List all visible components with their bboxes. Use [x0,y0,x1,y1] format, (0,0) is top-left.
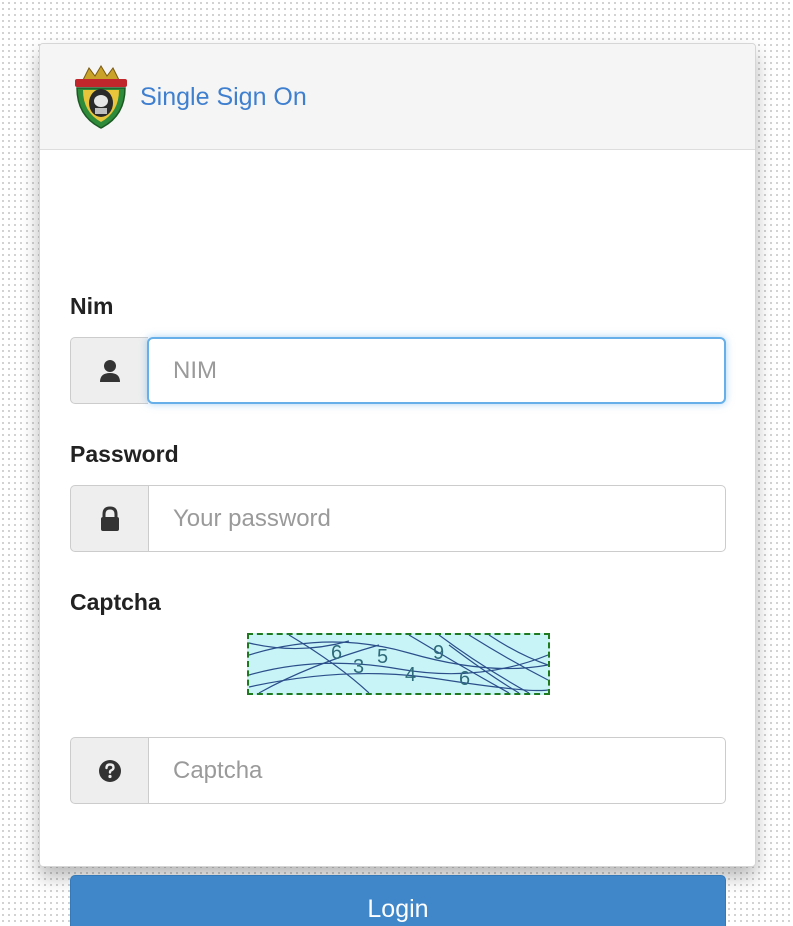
captcha-noise-lines: 6 3 5 4 9 6 [249,635,548,693]
nim-field[interactable] [147,337,726,404]
page-title: Single Sign On [140,83,307,111]
password-field[interactable] [148,485,726,552]
captcha-char-6: 6 [459,668,470,690]
captcha-image: 6 3 5 4 9 6 [247,633,550,695]
password-label: Password [70,441,179,467]
password-input-group [70,485,726,552]
user-icon [70,337,148,404]
lock-icon [70,485,148,552]
nim-label: Nim [70,293,114,319]
captcha-char-3: 5 [377,646,388,668]
login-panel: Single Sign On Nim Password [39,43,756,926]
nim-input-group [70,337,726,404]
captcha-char-5: 9 [433,642,444,664]
login-button[interactable]: Login [70,875,726,926]
captcha-label: Captcha [70,589,161,615]
panel-header: Single Sign On [40,44,755,150]
captcha-char-4: 4 [405,664,416,686]
captcha-char-2: 3 [353,656,364,678]
captcha-input-group [70,737,726,804]
captcha-char-1: 6 [331,642,342,664]
university-crest-icon [75,64,127,129]
question-circle-icon [70,737,148,804]
captcha-field[interactable] [148,737,726,804]
